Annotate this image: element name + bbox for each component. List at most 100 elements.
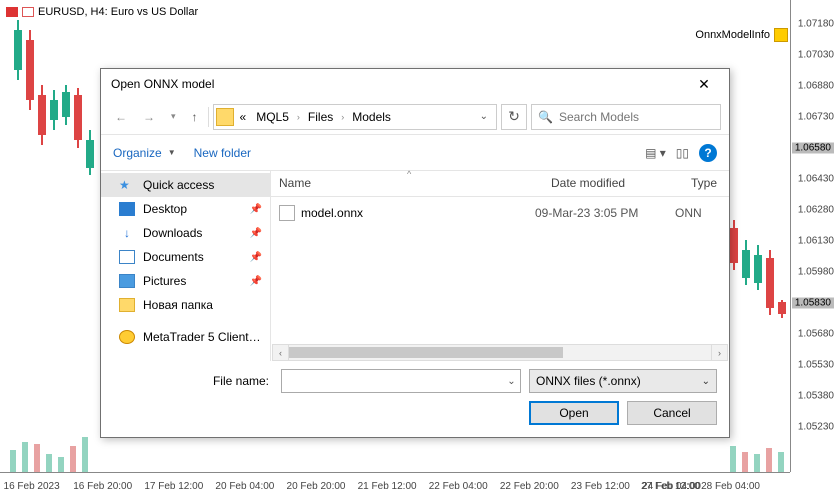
sidebar-item-label: Pictures — [143, 274, 186, 288]
breadcrumb-seg[interactable]: Files — [304, 108, 337, 126]
preview-pane-icon[interactable]: ▯▯ — [676, 146, 689, 160]
help-icon[interactable]: ? — [699, 144, 717, 162]
y-tick: 1.05830 — [792, 298, 834, 309]
y-axis: 1.071801.070301.068801.067301.065801.064… — [790, 0, 838, 472]
file-icon — [279, 205, 295, 221]
file-row[interactable]: model.onnx09-Mar-23 3:05 PMONN — [271, 201, 729, 225]
chevron-right-icon: › — [295, 112, 302, 122]
refresh-icon[interactable]: ↻ — [501, 104, 527, 130]
filename-input[interactable] — [282, 374, 502, 388]
x-tick: 21 Feb 12:00 — [358, 481, 417, 492]
breadcrumb-seg[interactable]: MQL5 — [252, 108, 293, 126]
address-bar[interactable]: « MQL5 › Files › Models ⌄ — [213, 104, 497, 130]
y-tick: 1.05680 — [798, 329, 834, 340]
organize-label: Organize — [113, 146, 162, 160]
sidebar-item-label: Desktop — [143, 202, 187, 216]
file-pane: Name Date modified Type model.onnx09-Mar… — [271, 171, 729, 361]
y-tick: 1.05530 — [798, 360, 834, 371]
chevron-down-icon[interactable]: ⌄ — [502, 376, 520, 387]
desk-icon — [119, 202, 135, 216]
doc-icon — [119, 250, 135, 264]
pic-icon — [119, 274, 135, 288]
search-icon: 🔍 — [538, 110, 553, 124]
chevron-right-icon: › — [339, 112, 346, 122]
y-tick: 1.05230 — [798, 422, 834, 433]
sidebar-item[interactable]: Desktop 📌 — [101, 197, 270, 221]
horizontal-scrollbar[interactable]: ‹ › — [271, 344, 729, 361]
file-type: ONN — [675, 206, 721, 220]
y-tick: 1.06580 — [792, 142, 834, 153]
x-tick: 20 Feb 20:00 — [287, 481, 346, 492]
search-box[interactable]: 🔍 — [531, 104, 721, 130]
new-folder-button[interactable]: New folder — [194, 146, 251, 160]
y-tick: 1.05380 — [798, 391, 834, 402]
dialog-body: ★ Quick access Desktop 📌 ↓ Downloads 📌 Document… — [101, 171, 729, 361]
y-tick: 1.06280 — [798, 205, 834, 216]
pin-icon: 📌 — [250, 276, 262, 287]
x-axis: 16 Feb 202316 Feb 20:0017 Feb 12:0020 Fe… — [0, 472, 790, 500]
recent-dropdown-icon[interactable]: ▾ — [165, 107, 182, 126]
sidebar-item-label: Downloads — [143, 226, 202, 240]
sidebar-item[interactable]: Новая папка — [101, 293, 270, 317]
dialog-bottom: File name: ⌄ ONNX files (*.onnx) ⌄ Open … — [101, 361, 729, 437]
search-input[interactable] — [559, 110, 714, 124]
y-tick: 1.07030 — [798, 49, 834, 60]
file-list[interactable]: model.onnx09-Mar-23 3:05 PMONN — [271, 197, 729, 344]
filetype-filter[interactable]: ONNX files (*.onnx) ⌄ — [529, 369, 717, 393]
scroll-right-icon[interactable]: › — [711, 344, 728, 361]
file-name: model.onnx — [301, 206, 535, 220]
breadcrumb-seg[interactable]: Models — [348, 108, 395, 126]
chevron-down-icon: ⌄ — [702, 376, 710, 387]
dialog-title: Open ONNX model — [111, 77, 214, 91]
star-icon: ★ — [119, 178, 135, 192]
y-tick: 1.06880 — [798, 80, 834, 91]
filename-label: File name: — [113, 374, 273, 388]
pin-icon: 📌 — [250, 204, 262, 215]
titlebar: Open ONNX model ✕ — [101, 69, 729, 99]
x-tick: 20 Feb 04:00 — [215, 481, 274, 492]
y-tick: 1.06430 — [798, 173, 834, 184]
back-icon[interactable]: ← — [109, 106, 133, 128]
down-icon: ↓ — [119, 226, 135, 240]
col-name[interactable]: Name — [271, 171, 543, 196]
x-tick: 28 Feb 04:00 — [701, 481, 760, 492]
sidebar-item[interactable]: Documents📌 — [101, 245, 270, 269]
sidebar-item[interactable]: Pictures 📌 — [101, 269, 270, 293]
col-type[interactable]: Type — [683, 171, 729, 196]
forward-icon[interactable]: → — [137, 106, 161, 128]
separator — [208, 107, 209, 127]
up-icon[interactable]: ↑ — [186, 106, 204, 128]
x-tick: 16 Feb 2023 — [4, 481, 60, 492]
column-headers[interactable]: Name Date modified Type — [271, 171, 729, 197]
sidebar-item[interactable]: MetaTrader 5 Client Terminal — [101, 325, 270, 349]
pin-icon: 📌 — [250, 228, 262, 239]
col-date[interactable]: Date modified — [543, 171, 683, 196]
scroll-track[interactable] — [289, 344, 711, 361]
scroll-thumb[interactable] — [289, 347, 563, 358]
y-tick: 1.05980 — [798, 266, 834, 277]
close-icon[interactable]: ✕ — [689, 76, 719, 93]
sidebar[interactable]: ★ Quick access Desktop 📌 ↓ Downloads 📌 Document… — [101, 171, 271, 361]
file-date: 09-Mar-23 3:05 PM — [535, 206, 675, 220]
sidebar-item-label: Quick access — [143, 178, 214, 192]
sidebar-item[interactable]: ★ Quick access — [101, 173, 270, 197]
breadcrumb-prefix: « — [236, 108, 251, 126]
organize-menu[interactable]: Organize ▼ — [113, 146, 176, 160]
nav-bar: ← → ▾ ↑ « MQL5 › Files › Models ⌄ ↻ 🔍 — [101, 99, 729, 135]
sidebar-item-label: Новая папка — [143, 298, 213, 312]
x-tick: 22 Feb 04:00 — [429, 481, 488, 492]
fold-icon — [119, 298, 135, 312]
open-button[interactable]: Open — [529, 401, 619, 425]
x-tick: 17 Feb 12:00 — [144, 481, 203, 492]
chevron-down-icon[interactable]: ⌄ — [474, 111, 494, 122]
y-tick: 1.06130 — [798, 236, 834, 247]
scroll-left-icon[interactable]: ‹ — [272, 344, 289, 361]
filename-combobox[interactable]: ⌄ — [281, 369, 521, 393]
y-tick: 1.06730 — [798, 112, 834, 123]
view-mode-icon[interactable]: ▤ ▾ — [645, 146, 666, 160]
x-tick: 23 Feb 12:00 — [571, 481, 630, 492]
x-tick: 27 Feb 12:00 — [641, 481, 700, 492]
toolbar: Organize ▼ New folder ▤ ▾ ▯▯ ? — [101, 135, 729, 171]
sidebar-item[interactable]: ↓ Downloads 📌 — [101, 221, 270, 245]
cancel-button[interactable]: Cancel — [627, 401, 717, 425]
